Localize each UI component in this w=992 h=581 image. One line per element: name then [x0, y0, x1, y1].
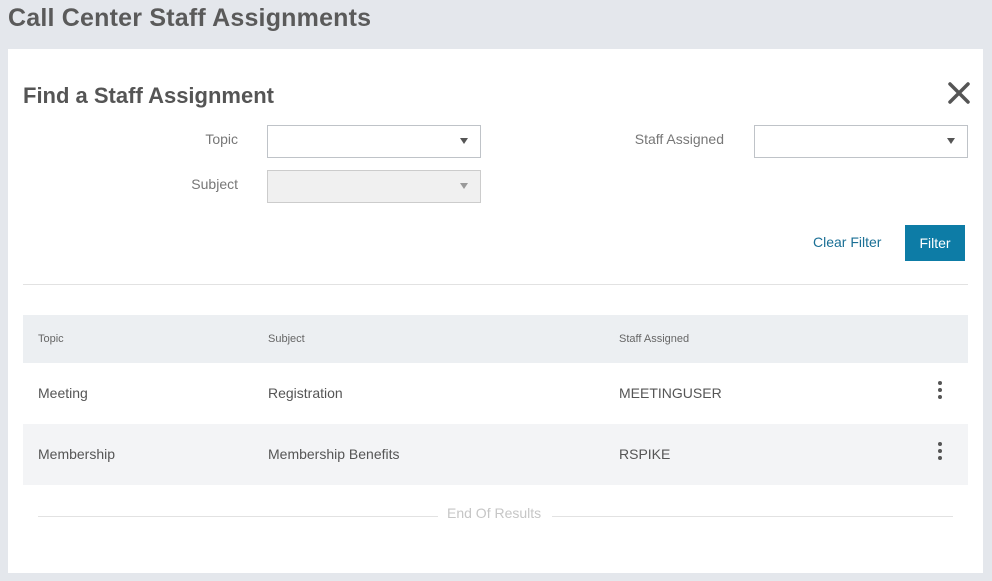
table-header: Topic Subject Staff Assigned	[23, 315, 968, 363]
cell-subject: Membership Benefits	[268, 446, 400, 462]
page-title: Call Center Staff Assignments	[8, 4, 372, 32]
column-header-topic: Topic	[38, 333, 64, 345]
table-row[interactable]: Meeting Registration MEETINGUSER	[23, 363, 968, 424]
end-of-results-text: End Of Results	[447, 505, 542, 521]
close-icon[interactable]	[947, 81, 971, 105]
cell-staff-assigned: RSPIKE	[619, 446, 671, 462]
filter-button[interactable]: Filter	[905, 225, 965, 261]
end-divider-left	[38, 516, 438, 517]
chevron-down-icon	[947, 138, 955, 144]
staff-assigned-select[interactable]	[754, 125, 968, 158]
topic-label: Topic	[205, 131, 238, 147]
cell-topic: Meeting	[38, 385, 88, 401]
cell-staff-assigned: MEETINGUSER	[619, 385, 722, 401]
subject-label: Subject	[191, 176, 238, 192]
end-divider-right	[552, 516, 953, 517]
chevron-down-icon	[460, 138, 468, 144]
chevron-down-icon	[460, 183, 468, 189]
table-row[interactable]: Membership Membership Benefits RSPIKE	[23, 424, 968, 485]
panel-title: Find a Staff Assignment	[23, 83, 274, 108]
cell-subject: Registration	[268, 385, 343, 401]
more-vertical-icon[interactable]	[935, 441, 945, 461]
cell-topic: Membership	[38, 446, 116, 462]
find-staff-assignment-panel: Find a Staff Assignment Topic Staff Assi…	[8, 49, 983, 573]
divider	[23, 284, 968, 285]
staff-assigned-label: Staff Assigned	[634, 131, 724, 147]
column-header-subject: Subject	[268, 333, 305, 345]
clear-filter-link[interactable]: Clear Filter	[813, 234, 881, 250]
subject-select	[267, 170, 481, 203]
more-vertical-icon[interactable]	[935, 380, 945, 400]
topic-select[interactable]	[267, 125, 481, 158]
column-header-staff-assigned: Staff Assigned	[619, 333, 690, 345]
